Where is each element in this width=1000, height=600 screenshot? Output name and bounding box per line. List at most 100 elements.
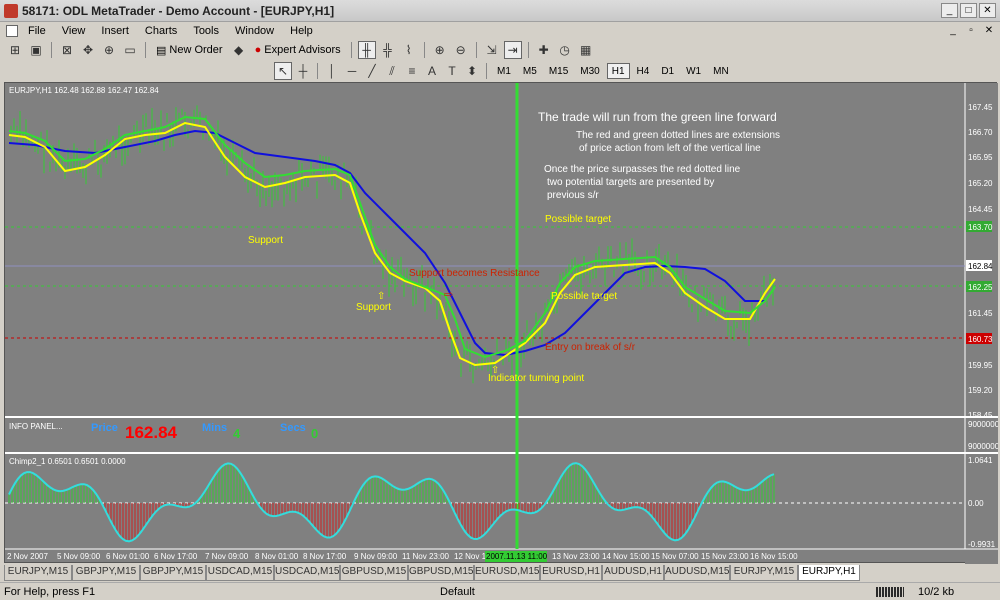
label-entry-on-break: Entry on break of s/r	[545, 342, 636, 353]
price-tick: 166.70	[968, 128, 993, 137]
menu-view[interactable]: View	[54, 25, 94, 37]
crosshair-icon[interactable]: ┼	[294, 62, 312, 80]
title-bar: 58171: ODL MetaTrader - Demo Account - […	[0, 0, 1000, 22]
annotation-line-1: The trade will run from the green line f…	[538, 110, 777, 124]
tab-audusd-m15[interactable]: AUDUSD,M15	[664, 565, 730, 581]
templates-icon[interactable]: ▦	[577, 41, 595, 59]
time-tick: 6 Nov 17:00	[154, 552, 198, 561]
annotation-line-5: two potential targets are presented by	[547, 177, 714, 188]
window-controls: _ □ ✕	[941, 3, 996, 18]
market-watch-icon[interactable]: ⊠	[58, 41, 76, 59]
line-chart-icon[interactable]: ⌇	[400, 41, 418, 59]
tab-eurjpy-m15[interactable]: EURJPY,M15	[4, 565, 72, 581]
timeframe-m15[interactable]: M15	[544, 63, 573, 79]
tab-gbpusd-m15[interactable]: GBPUSD,M15	[340, 565, 408, 581]
price-tick: 159.95	[968, 361, 993, 370]
new-order-icon: ▤	[156, 44, 167, 57]
timeframe-h4[interactable]: H4	[632, 63, 655, 79]
annotation-line-3: of price action from left of the vertica…	[579, 143, 761, 154]
tab-eurusd-m15[interactable]: EURUSD,M15	[474, 565, 540, 581]
chart-shift-icon[interactable]: ⇥	[503, 41, 522, 59]
periods-icon[interactable]: ◷	[556, 41, 574, 59]
menu-insert[interactable]: Insert	[93, 25, 137, 37]
chart-window[interactable]: EURJPY,H1 162.48 162.88 162.47 162.84 Th…	[4, 82, 998, 564]
navigator-icon[interactable]: ✥	[79, 41, 97, 59]
timeframe-m1[interactable]: M1	[492, 63, 516, 79]
standard-toolbar: ⊞ ▣ ⊠ ✥ ⊕ ▭ ▤ New Order ◆ ● Expert Advisor…	[0, 40, 1000, 60]
menu-charts[interactable]: Charts	[137, 25, 185, 37]
new-chart-icon[interactable]: ⊞	[6, 41, 24, 59]
oscillator-axis-mid: 0.00	[968, 499, 984, 508]
time-tick: 14 Nov 15:00	[602, 552, 650, 561]
candlestick-icon[interactable]: ╬	[379, 41, 397, 59]
mdi-restore-button[interactable]: ▫	[964, 24, 978, 37]
price-tick: 158.45	[968, 411, 993, 420]
text-tool-icon[interactable]: A	[423, 62, 441, 80]
window-title: 58171: ODL MetaTrader - Demo Account - […	[22, 3, 335, 18]
info-price-value: 162.84	[125, 423, 178, 442]
status-traffic: 10/2 kb	[918, 585, 955, 598]
timeframe-mn[interactable]: MN	[708, 63, 734, 79]
menu-help[interactable]: Help	[282, 25, 321, 37]
arrows-tool-icon[interactable]: ⬍	[463, 62, 481, 80]
tab-eurjpy-m15-2[interactable]: EURJPY,M15	[730, 565, 798, 581]
close-button[interactable]: ✕	[979, 3, 996, 18]
tab-gbpjpy-m15[interactable]: GBPJPY,M15	[72, 565, 140, 581]
tab-eurusd-h1[interactable]: EURUSD,H1	[540, 565, 602, 581]
expert-advisors-button[interactable]: ● Expert Advisors	[251, 41, 345, 59]
chart-header: EURJPY,H1 162.48 162.88 162.47 162.84	[9, 86, 159, 95]
annotation-line-6: previous s/r	[547, 190, 599, 201]
trendline-icon[interactable]: ╱	[363, 62, 381, 80]
label-tool-icon[interactable]: T	[443, 62, 461, 80]
vertical-line-icon[interactable]: │	[323, 62, 341, 80]
tab-audusd-h1[interactable]: AUDUSD,H1	[602, 565, 664, 581]
metaeditor-icon[interactable]: ◆	[230, 41, 248, 59]
info-axis-bottom: 9000000	[968, 442, 998, 451]
fibonacci-icon[interactable]: ≡	[403, 62, 421, 80]
minimize-button[interactable]: _	[941, 3, 958, 18]
label-turning-point: Indicator turning point	[488, 373, 584, 384]
cursor-icon[interactable]: ↖	[274, 62, 292, 80]
horizontal-line-icon[interactable]: ─	[343, 62, 361, 80]
chart-tabs: EURJPY,M15 GBPJPY,M15 GBPJPY,M15 USDCAD,…	[4, 565, 997, 581]
zoom-out-icon[interactable]: ⊖	[452, 41, 470, 59]
channel-icon[interactable]: ⫽	[383, 62, 401, 80]
menu-file[interactable]: File	[20, 25, 54, 37]
tab-usdcad-m15[interactable]: USDCAD,M15	[206, 565, 274, 581]
auto-scroll-icon[interactable]: ⇲	[483, 41, 501, 59]
tab-usdcad-m15-2[interactable]: USDCAD,M15	[274, 565, 340, 581]
document-icon[interactable]	[6, 25, 18, 37]
maximize-button[interactable]: □	[960, 3, 977, 18]
oscillator-signal-line	[8, 462, 775, 543]
timeframe-w1[interactable]: W1	[681, 63, 706, 79]
mdi-minimize-button[interactable]: _	[946, 24, 960, 37]
indicators-icon[interactable]: ✚	[535, 41, 553, 59]
annotation-line-4: Once the price surpasses the red dotted …	[544, 164, 741, 175]
timeframe-m30[interactable]: M30	[575, 63, 604, 79]
expert-advisors-icon: ●	[254, 44, 262, 56]
bar-chart-icon[interactable]: ╫	[357, 41, 376, 59]
time-tick: 7 Nov 09:00	[205, 552, 249, 561]
entry-arrow-icon: ⇨	[444, 289, 453, 301]
chart-canvas[interactable]: EURJPY,H1 162.48 162.88 162.47 162.84 Th…	[5, 83, 998, 564]
zoom-in-icon[interactable]: ⊕	[431, 41, 449, 59]
label-support-2: Support	[356, 302, 391, 313]
terminal-icon[interactable]: ⊕	[100, 41, 118, 59]
oscillator-header: Chimp2_1 0.6501 0.6501 0.0000	[9, 457, 126, 466]
new-order-button[interactable]: ▤ New Order	[152, 41, 227, 59]
menu-tools[interactable]: Tools	[185, 25, 227, 37]
annotation-line-2: The red and green dotted lines are exten…	[576, 130, 780, 141]
tab-gbpusd-m15-2[interactable]: GBPUSD,M15	[408, 565, 474, 581]
tab-gbpjpy-m15-2[interactable]: GBPJPY,M15	[140, 565, 206, 581]
menu-window[interactable]: Window	[227, 25, 282, 37]
tab-eurjpy-h1[interactable]: EURJPY,H1	[798, 565, 860, 581]
tester-icon[interactable]: ▭	[121, 41, 139, 59]
timeframe-h1[interactable]: H1	[606, 63, 630, 79]
label-possible-target-2: Possible target	[551, 291, 617, 302]
connection-indicator-icon	[876, 587, 904, 597]
oscillator-histogram	[8, 463, 775, 542]
profiles-icon[interactable]: ▣	[27, 41, 45, 59]
mdi-close-button[interactable]: ✕	[982, 24, 996, 37]
timeframe-m5[interactable]: M5	[518, 63, 542, 79]
timeframe-d1[interactable]: D1	[656, 63, 679, 79]
